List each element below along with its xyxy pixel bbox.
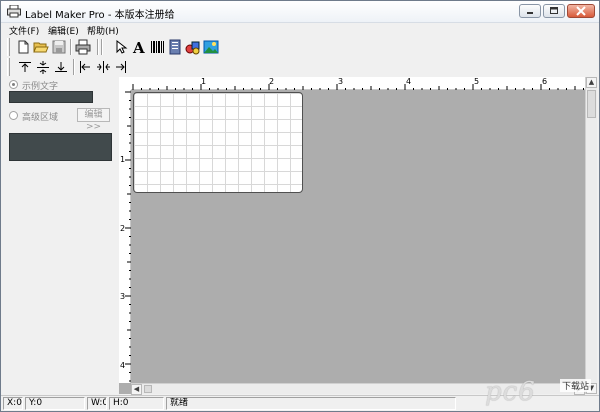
ruler-label: 6: [542, 77, 548, 86]
notepad-icon[interactable]: [167, 39, 183, 55]
advanced-area-radio[interactable]: [9, 111, 18, 120]
svg-text:A: A: [132, 39, 145, 55]
sample-text-field[interactable]: [9, 91, 93, 103]
text-icon[interactable]: A: [131, 39, 147, 55]
status-y: Y:0: [25, 397, 85, 410]
open-folder-icon[interactable]: [33, 39, 49, 55]
app-window: Label Maker Pro - 本版本注册给 文件(F) 编辑(E) 帮助(…: [0, 0, 600, 412]
new-document-icon[interactable]: [15, 39, 31, 55]
status-h: H:0: [109, 397, 164, 410]
ruler-label: 4: [120, 361, 126, 370]
properties-panel: 示例文字 高级区域 编辑>>: [5, 77, 118, 394]
advanced-area-label: 高级区域: [22, 113, 59, 123]
align-top-icon[interactable]: [17, 59, 33, 75]
minimize-button[interactable]: [519, 4, 541, 18]
printer-app-icon: [7, 5, 21, 18]
barcode-icon[interactable]: [149, 39, 165, 55]
toolbar-grip[interactable]: [7, 58, 10, 76]
ruler-label: 5: [474, 77, 480, 86]
watermark-subtext: 下载站: [559, 379, 591, 392]
toolbar-grip[interactable]: [7, 38, 10, 56]
vertical-ruler-ticks: [125, 91, 131, 382]
label-canvas[interactable]: 1 2 3 4 5 6 1 2 3 4 ▲ ▼ ◀ ▶: [119, 77, 597, 395]
advanced-area-field[interactable]: [9, 133, 112, 161]
pc6-watermark: pc6 下载站: [481, 377, 593, 409]
watermark-text: pc6: [485, 377, 536, 407]
horizontal-ruler-ticks: [132, 84, 584, 90]
edit-button[interactable]: 编辑>>: [77, 108, 110, 132]
close-icon: [576, 6, 586, 16]
vertical-scrollbar[interactable]: ▲ ▼: [585, 77, 597, 394]
save-icon[interactable]: [51, 39, 67, 55]
ruler-label: 3: [120, 292, 126, 301]
maximize-button[interactable]: [543, 4, 565, 18]
menu-edit[interactable]: 编辑(E): [48, 24, 79, 37]
close-button[interactable]: [567, 4, 595, 18]
horizontal-ruler: 1 2 3 4 5 6: [131, 77, 585, 90]
align-left-icon[interactable]: [77, 59, 93, 75]
menu-file[interactable]: 文件(F): [9, 24, 39, 37]
align-bottom-icon[interactable]: [53, 59, 69, 75]
ruler-label: 3: [338, 77, 344, 86]
print-icon[interactable]: [75, 39, 91, 55]
sample-text-radio[interactable]: [9, 80, 18, 89]
shapes-icon[interactable]: [185, 39, 201, 55]
vertical-scroll-thumb[interactable]: [587, 90, 596, 118]
align-right-icon[interactable]: [113, 59, 129, 75]
menu-bar: 文件(F) 编辑(E) 帮助(H): [1, 23, 599, 37]
scroll-left-button[interactable]: ◀: [131, 384, 142, 395]
horizontal-scroll-thumb[interactable]: [144, 385, 152, 393]
ruler-corner: [119, 77, 131, 90]
title-bar[interactable]: Label Maker Pro - 本版本注册给: [1, 1, 599, 23]
vertical-ruler: 1 2 3 4: [119, 90, 131, 383]
menu-help[interactable]: 帮助(H): [87, 24, 119, 37]
ruler-label: 1: [201, 77, 207, 86]
align-center-icon[interactable]: [95, 59, 111, 75]
window-title: Label Maker Pro - 本版本注册给: [25, 10, 175, 21]
image-icon[interactable]: [203, 39, 219, 55]
ruler-label: 4: [406, 77, 412, 86]
ruler-label: 2: [120, 224, 126, 233]
main-toolbar: A: [5, 38, 225, 56]
maximize-icon: [550, 7, 558, 14]
status-state: 就绪: [166, 397, 456, 410]
ruler-label: 1: [120, 155, 126, 164]
status-w: W:0: [87, 397, 107, 410]
ruler-label: 2: [269, 77, 275, 86]
scroll-up-button[interactable]: ▲: [586, 77, 597, 88]
select-arrow-icon[interactable]: [113, 39, 129, 55]
minimize-icon: [527, 12, 533, 14]
align-middle-icon[interactable]: [35, 59, 51, 75]
status-x: X:0: [3, 397, 23, 410]
label-design-card[interactable]: [133, 92, 303, 193]
align-toolbar: [5, 58, 135, 76]
